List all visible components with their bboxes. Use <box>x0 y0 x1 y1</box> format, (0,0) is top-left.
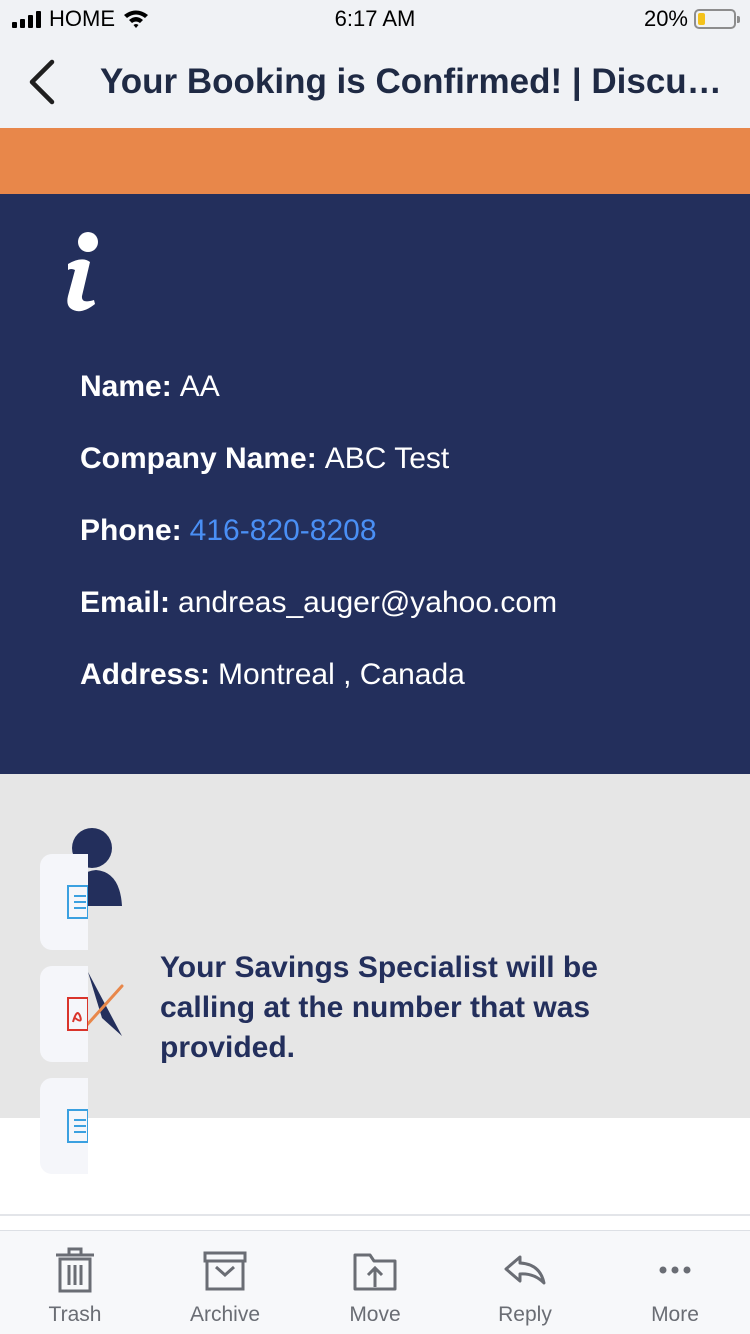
company-value: ABC Test <box>324 442 450 475</box>
info-email-row: Email: andreas_auger@yahoo.com <box>80 586 557 620</box>
more-label: More <box>651 1303 699 1326</box>
info-address-row: Address: Montreal , Canada <box>80 658 465 692</box>
phone-label: Phone: <box>80 514 182 547</box>
info-company-row: Company Name: ABC Test <box>80 442 449 476</box>
archive-button[interactable]: Archive <box>150 1231 300 1334</box>
archive-label: Archive <box>189 1303 261 1326</box>
trash-button[interactable]: Trash <box>0 1231 150 1334</box>
address-value: Montreal , Canada <box>218 658 465 691</box>
nav-bar: Your Booking is Confirmed! | Discussion … <box>0 40 750 128</box>
name-value: AA <box>179 370 220 403</box>
attachment-thumbnail-1[interactable] <box>40 854 88 950</box>
info-icon <box>67 232 98 312</box>
move-label: Move <box>349 1303 401 1326</box>
phone-link[interactable]: 416-820-8208 <box>190 514 377 547</box>
email-value: andreas_auger@yahoo.com <box>178 586 558 619</box>
address-label: Address: <box>80 658 211 691</box>
reply-button[interactable]: Reply <box>450 1231 600 1334</box>
contact-info-panel: Name: AA Company Name: ABC Test Phone: 416-… <box>0 194 750 774</box>
compass-icon <box>84 972 124 1036</box>
chevron-left-icon[interactable] <box>24 56 64 108</box>
trash-label: Trash <box>48 1303 102 1326</box>
attachment-thumbnail-3[interactable] <box>40 1078 88 1174</box>
attachment-thumbnail-2[interactable] <box>40 966 88 1062</box>
battery-icon <box>694 9 740 29</box>
pdf-icon <box>67 997 88 1031</box>
info-phone-row: Phone: 416-820-8208 <box>80 514 377 548</box>
email-view: HOME 6:17 AM 20% Your Booking is Confirm… <box>0 0 750 1334</box>
reply-icon <box>504 1255 546 1285</box>
email-label: Email: <box>80 586 171 619</box>
signal-icon <box>12 10 41 28</box>
battery-percent: 20% <box>643 6 688 31</box>
name-label: Name: <box>80 370 172 403</box>
trash-icon <box>56 1247 94 1293</box>
carrier-label: HOME <box>49 6 115 31</box>
more-button[interactable]: More <box>600 1231 750 1334</box>
divider <box>0 1214 750 1216</box>
move-icon <box>353 1253 397 1291</box>
more-icon <box>659 1266 691 1274</box>
specialist-message: Your Savings Specialist will be calling … <box>160 951 598 1064</box>
move-button[interactable]: Move <box>300 1231 450 1334</box>
email-subject: Your Booking is Confirmed! | Discussion … <box>100 62 740 101</box>
status-bar: HOME 6:17 AM 20% <box>0 0 750 40</box>
document-icon <box>67 885 88 919</box>
company-label: Company Name: <box>80 442 317 475</box>
specialist-panel: Your Savings Specialist will be calling … <box>0 774 750 1174</box>
battery-fill <box>698 13 705 25</box>
archive-icon <box>203 1251 247 1291</box>
reply-label: Reply <box>498 1303 552 1326</box>
document-icon <box>67 1109 88 1143</box>
bottom-toolbar: Trash Archive Move Reply More <box>0 1230 750 1334</box>
wifi-icon <box>124 10 148 28</box>
info-name-row: Name: AA <box>80 370 220 404</box>
header-accent-band <box>0 128 750 194</box>
